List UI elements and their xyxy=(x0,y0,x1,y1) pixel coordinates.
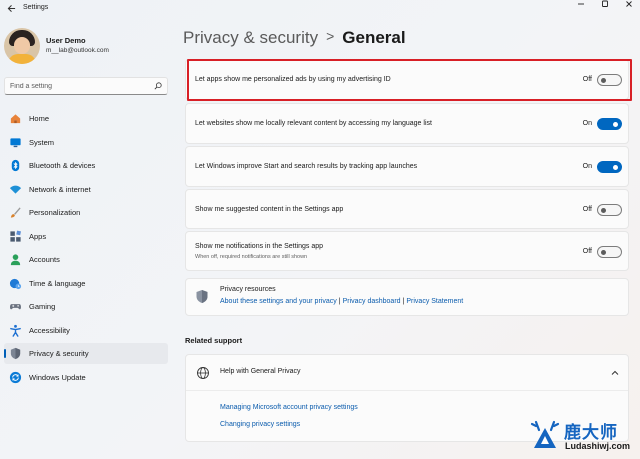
close-button[interactable] xyxy=(618,0,640,12)
sidebar-item-accessibility[interactable]: Accessibility xyxy=(4,320,168,341)
app-launches-toggle[interactable] xyxy=(597,161,622,173)
sync-icon xyxy=(9,371,22,383)
user-email: m__lab@outlook.com xyxy=(46,47,109,54)
controller-icon xyxy=(10,304,21,310)
link-separator: | xyxy=(402,298,405,305)
home-icon xyxy=(10,114,21,124)
sidebar-item-label: Apps xyxy=(29,231,47,241)
suggested-content-toggle[interactable] xyxy=(597,204,622,216)
setting-label: Let apps show me personalized ads by usi… xyxy=(195,76,391,83)
privacy-resources-title: Privacy resources xyxy=(220,286,276,293)
toggle-state-text: Off xyxy=(582,76,592,83)
brush-icon xyxy=(10,207,21,218)
sidebar-item-home[interactable]: Home xyxy=(4,108,168,129)
sidebar-item-personalization[interactable]: Personalization xyxy=(4,202,168,223)
toggle-state-text: Off xyxy=(582,248,592,255)
privacy-resources-card: Privacy resources About these settings a… xyxy=(185,278,629,316)
search-input[interactable] xyxy=(10,81,150,92)
setting-card-app-launches: Let Windows improve Start and search res… xyxy=(185,146,629,187)
sidebar-item-apps[interactable]: Apps xyxy=(4,226,168,247)
globe-clock-icon xyxy=(9,278,22,289)
sidebar-item-label: Privacy & security xyxy=(29,349,89,358)
language-list-toggle[interactable] xyxy=(597,118,622,130)
title-bar: Settings xyxy=(0,0,640,18)
setting-card-notifications: Show me notifications in the Settings ap… xyxy=(185,231,629,271)
toggle-state-text: On xyxy=(582,120,592,127)
sidebar-item-accounts[interactable]: Accounts xyxy=(4,249,168,270)
wifi-icon xyxy=(9,185,22,194)
sidebar-item-label: System xyxy=(29,137,55,147)
page-title: General xyxy=(342,28,406,47)
bluetooth-icon xyxy=(11,159,20,172)
arrow-left-icon xyxy=(7,4,15,13)
maximize-icon xyxy=(602,0,608,7)
help-link-account-privacy[interactable]: Managing Microsoft account privacy setti… xyxy=(220,404,358,411)
privacy-statement-link[interactable]: Privacy Statement xyxy=(406,298,463,305)
sidebar-item-gaming[interactable]: Gaming xyxy=(4,296,168,317)
privacy-dashboard-link[interactable]: Privacy dashboard xyxy=(343,298,401,305)
search-icon xyxy=(154,82,162,90)
sidebar-item-label: Windows Update xyxy=(29,372,86,382)
apps-icon xyxy=(10,230,21,242)
advertising-id-toggle[interactable] xyxy=(597,74,622,86)
sidebar-item-bluetooth[interactable]: Bluetooth & devices xyxy=(4,155,168,176)
deer-logo-icon xyxy=(530,420,560,448)
privacy-resources-links: About these settings and your privacy | Pr… xyxy=(220,298,463,305)
help-expander-header[interactable]: Help with General Privacy xyxy=(186,355,628,391)
minimize-icon xyxy=(578,3,584,5)
sidebar-item-label: Bluetooth & devices xyxy=(29,161,96,170)
chevron-up-icon[interactable] xyxy=(610,368,620,378)
setting-label: Let Windows improve Start and search res… xyxy=(195,163,418,170)
user-profile[interactable]: User Demo m__lab@outlook.com xyxy=(4,28,174,64)
globe-icon xyxy=(197,367,209,379)
person-icon xyxy=(10,254,21,266)
sidebar-nav: Home System Bluetooth & devices Network … xyxy=(4,108,168,390)
watermark-logo: 鹿大师 Ludashiwj.com xyxy=(528,416,632,456)
about-settings-link[interactable]: About these settings and your privacy xyxy=(220,298,337,305)
back-button[interactable] xyxy=(4,1,18,15)
setting-card-suggested-content: Show me suggested content in the Setting… xyxy=(185,189,629,229)
minimize-button[interactable] xyxy=(570,0,592,12)
avatar xyxy=(4,28,40,64)
app-title: Settings xyxy=(23,4,49,11)
watermark-chinese: 鹿大师 xyxy=(564,423,618,443)
sidebar-item-label: Home xyxy=(29,114,50,123)
sidebar-item-network[interactable]: Network & internet xyxy=(4,179,168,200)
setting-card-language-list: Let websites show me locally relevant co… xyxy=(185,103,629,144)
related-support-heading: Related support xyxy=(185,336,243,345)
sidebar-item-label: Network & internet xyxy=(29,184,91,194)
sidebar-item-system[interactable]: System xyxy=(4,132,168,153)
breadcrumb-separator: > xyxy=(326,28,335,44)
sidebar-item-windows-update[interactable]: Windows Update xyxy=(4,367,168,388)
close-icon xyxy=(626,1,632,7)
breadcrumb: Privacy & security > General xyxy=(183,28,406,50)
link-separator: | xyxy=(338,298,341,305)
sidebar-item-label: Personalization xyxy=(29,208,81,217)
shield-icon xyxy=(10,347,21,360)
monitor-icon xyxy=(10,137,21,147)
breadcrumb-parent[interactable]: Privacy & security xyxy=(183,28,318,47)
sidebar-item-label: Accessibility xyxy=(29,325,70,335)
help-title: Help with General Privacy xyxy=(220,368,301,375)
toggle-state-text: On xyxy=(582,163,592,170)
sidebar-item-label: Accounts xyxy=(29,255,60,264)
setting-description: When off, required notifications are sti… xyxy=(195,254,308,260)
notifications-toggle[interactable] xyxy=(597,246,622,258)
sidebar-item-label: Gaming xyxy=(29,302,56,311)
search-box[interactable] xyxy=(4,77,168,95)
setting-label: Let websites show me locally relevant co… xyxy=(195,120,432,127)
sidebar-item-privacy-security[interactable]: Privacy & security xyxy=(4,343,168,364)
help-link-changing-privacy[interactable]: Changing privacy settings xyxy=(220,421,300,428)
toggle-state-text: Off xyxy=(582,206,592,213)
accessibility-icon xyxy=(10,324,21,337)
user-name: User Demo xyxy=(46,36,86,45)
setting-label: Show me suggested content in the Setting… xyxy=(195,206,344,213)
shield-icon xyxy=(196,290,208,303)
sidebar-item-label: Time & language xyxy=(29,278,86,288)
watermark-english: Ludashiwj.com xyxy=(565,441,631,451)
setting-card-advertising-id: Let apps show me personalized ads by usi… xyxy=(185,59,629,100)
maximize-button[interactable] xyxy=(594,0,616,12)
sidebar-item-time-language[interactable]: Time & language xyxy=(4,273,168,294)
setting-label: Show me notifications in the Settings ap… xyxy=(195,243,324,250)
